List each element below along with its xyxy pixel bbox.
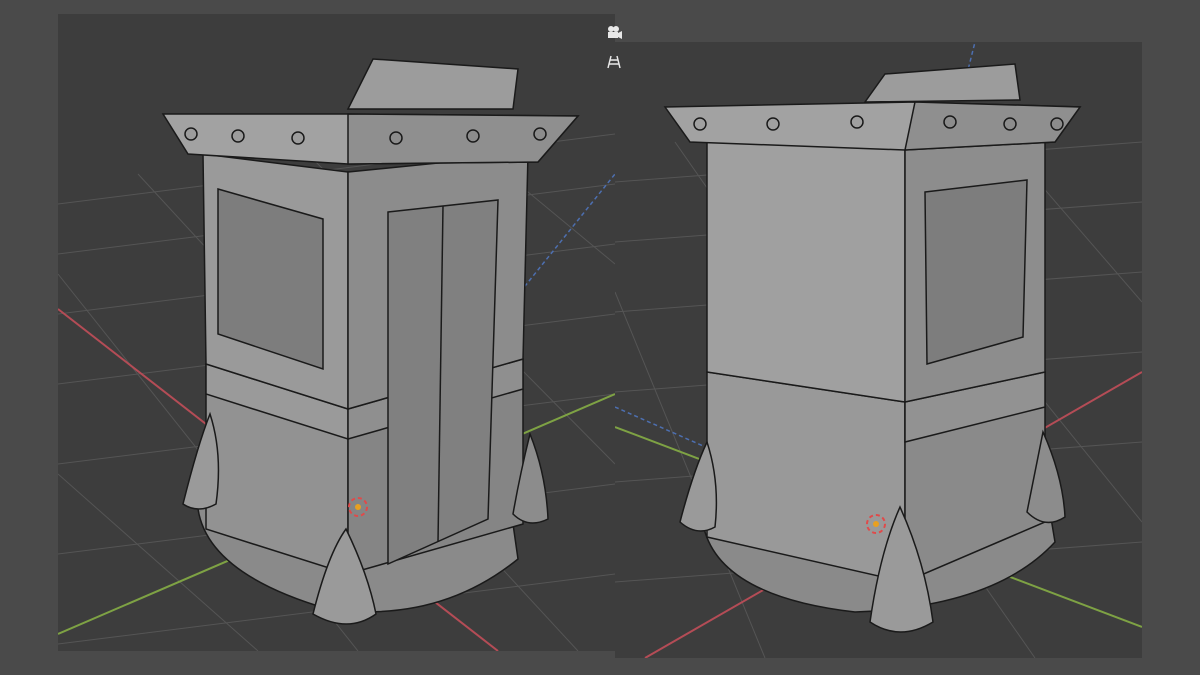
viewport-left[interactable] [58, 14, 615, 651]
kiosk-model [663, 63, 1082, 633]
perspective-toggle-icon[interactable] [602, 50, 626, 74]
camera-icon[interactable] [602, 20, 626, 44]
kiosk-model [161, 58, 580, 625]
viewport-right[interactable] [615, 42, 1142, 658]
